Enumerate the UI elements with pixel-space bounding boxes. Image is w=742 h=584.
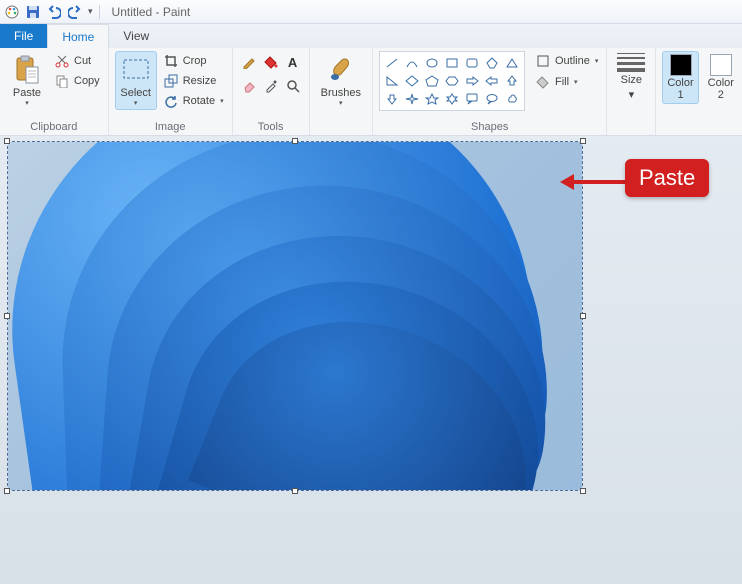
resize-handle-n[interactable] bbox=[292, 138, 298, 144]
brushes-button[interactable]: Brushes ▾ bbox=[316, 51, 366, 110]
shape-triangle[interactable] bbox=[502, 54, 522, 72]
tab-file[interactable]: File bbox=[0, 24, 47, 48]
size-icon bbox=[617, 53, 645, 72]
selection-marquee[interactable] bbox=[7, 141, 583, 491]
shape-pentagon[interactable] bbox=[422, 72, 442, 90]
undo-icon[interactable] bbox=[46, 4, 62, 20]
rotate-icon bbox=[163, 93, 179, 109]
shape-hexagon[interactable] bbox=[442, 72, 462, 90]
resize-handle-e[interactable] bbox=[580, 313, 586, 319]
title-bar: ▾ Untitled - Paint bbox=[0, 0, 742, 24]
color2-swatch bbox=[710, 54, 732, 76]
shape-line[interactable] bbox=[382, 54, 402, 72]
resize-handle-w[interactable] bbox=[4, 313, 10, 319]
paste-button[interactable]: Paste ▾ bbox=[6, 51, 48, 110]
group-label-shapes: Shapes bbox=[379, 120, 600, 133]
scissors-icon bbox=[54, 53, 70, 69]
annotation-arrow-icon bbox=[560, 170, 630, 194]
group-size: Size ▾ bbox=[607, 48, 656, 135]
text-tool[interactable]: A bbox=[283, 51, 303, 73]
chevron-down-icon: ▾ bbox=[25, 99, 29, 107]
resize-handle-s[interactable] bbox=[292, 488, 298, 494]
group-label-image: Image bbox=[115, 120, 226, 133]
paste-icon bbox=[11, 54, 43, 86]
shape-curve[interactable] bbox=[402, 54, 422, 72]
ribbon: Paste ▾ Cut Copy Clipboard Select ▾ bbox=[0, 48, 742, 136]
chevron-down-icon: ▾ bbox=[339, 99, 343, 107]
color-picker-tool[interactable] bbox=[261, 75, 281, 97]
brush-icon bbox=[325, 54, 357, 86]
shape-5star[interactable] bbox=[422, 90, 442, 108]
shape-4star[interactable] bbox=[402, 90, 422, 108]
group-label-clipboard: Clipboard bbox=[6, 120, 102, 133]
select-button[interactable]: Select ▾ bbox=[115, 51, 157, 110]
group-colors: Color 1 Color 2 bbox=[656, 48, 742, 135]
app-icon bbox=[4, 4, 20, 20]
shape-right-triangle[interactable] bbox=[382, 72, 402, 90]
resize-handle-ne[interactable] bbox=[580, 138, 586, 144]
magnifier-tool[interactable] bbox=[283, 75, 303, 97]
window-title: Untitled - Paint bbox=[112, 5, 191, 19]
copy-button[interactable]: Copy bbox=[52, 71, 102, 91]
group-label-tools: Tools bbox=[239, 120, 303, 133]
eraser-tool[interactable] bbox=[239, 75, 259, 97]
shape-gallery[interactable] bbox=[379, 51, 525, 111]
group-brushes: Brushes ▾ bbox=[310, 48, 373, 135]
shape-arrow-right[interactable] bbox=[462, 72, 482, 90]
resize-icon bbox=[163, 73, 179, 89]
resize-handle-sw[interactable] bbox=[4, 488, 10, 494]
group-clipboard: Paste ▾ Cut Copy Clipboard bbox=[0, 48, 109, 135]
color1-button[interactable]: Color 1 bbox=[662, 51, 698, 104]
resize-handle-se[interactable] bbox=[580, 488, 586, 494]
shape-callout-rect[interactable] bbox=[462, 90, 482, 108]
tab-home[interactable]: Home bbox=[47, 24, 109, 48]
shape-oval[interactable] bbox=[422, 54, 442, 72]
outline-icon bbox=[535, 53, 551, 69]
color2-button[interactable]: Color 2 bbox=[703, 51, 739, 104]
copy-icon bbox=[54, 73, 70, 89]
pencil-tool[interactable] bbox=[239, 51, 259, 73]
chevron-down-icon: ▾ bbox=[629, 88, 635, 101]
resize-button[interactable]: Resize bbox=[161, 71, 226, 91]
group-label-brushes bbox=[316, 120, 366, 133]
save-icon[interactable] bbox=[25, 4, 41, 20]
shape-callout-oval[interactable] bbox=[482, 90, 502, 108]
fill-tool[interactable] bbox=[261, 51, 281, 73]
fill-button[interactable]: Fill▾ bbox=[533, 72, 600, 92]
crop-icon bbox=[163, 53, 179, 69]
color1-swatch bbox=[670, 54, 692, 76]
cut-button[interactable]: Cut bbox=[52, 51, 102, 71]
resize-handle-nw[interactable] bbox=[4, 138, 10, 144]
tab-strip: File Home View bbox=[0, 24, 742, 48]
canvas-selection[interactable] bbox=[7, 141, 583, 491]
annotation-callout: Paste bbox=[625, 159, 709, 197]
redo-icon[interactable] bbox=[67, 4, 83, 20]
group-tools: A Tools bbox=[233, 48, 310, 135]
select-icon bbox=[120, 54, 152, 86]
group-shapes: Outline▾ Fill▾ Shapes bbox=[373, 48, 607, 135]
chevron-down-icon: ▾ bbox=[134, 99, 138, 107]
outline-button[interactable]: Outline▾ bbox=[533, 51, 600, 71]
rotate-button[interactable]: Rotate▾ bbox=[161, 91, 226, 111]
shape-callout-cloud[interactable] bbox=[502, 90, 522, 108]
shape-rect[interactable] bbox=[442, 54, 462, 72]
tab-view[interactable]: View bbox=[109, 24, 163, 48]
group-image: Select ▾ Crop Resize Rotate▾ Image bbox=[109, 48, 233, 135]
shape-diamond[interactable] bbox=[402, 72, 422, 90]
shape-arrow-left[interactable] bbox=[482, 72, 502, 90]
shape-roundrect[interactable] bbox=[462, 54, 482, 72]
shape-arrow-up[interactable] bbox=[502, 72, 522, 90]
shape-arrow-down[interactable] bbox=[382, 90, 402, 108]
shape-polygon[interactable] bbox=[482, 54, 502, 72]
size-button[interactable]: Size ▾ bbox=[613, 51, 649, 103]
qat-dropdown-icon[interactable]: ▾ bbox=[88, 6, 93, 17]
crop-button[interactable]: Crop bbox=[161, 51, 226, 71]
shape-6star[interactable] bbox=[442, 90, 462, 108]
fill-bucket-icon bbox=[535, 74, 551, 90]
